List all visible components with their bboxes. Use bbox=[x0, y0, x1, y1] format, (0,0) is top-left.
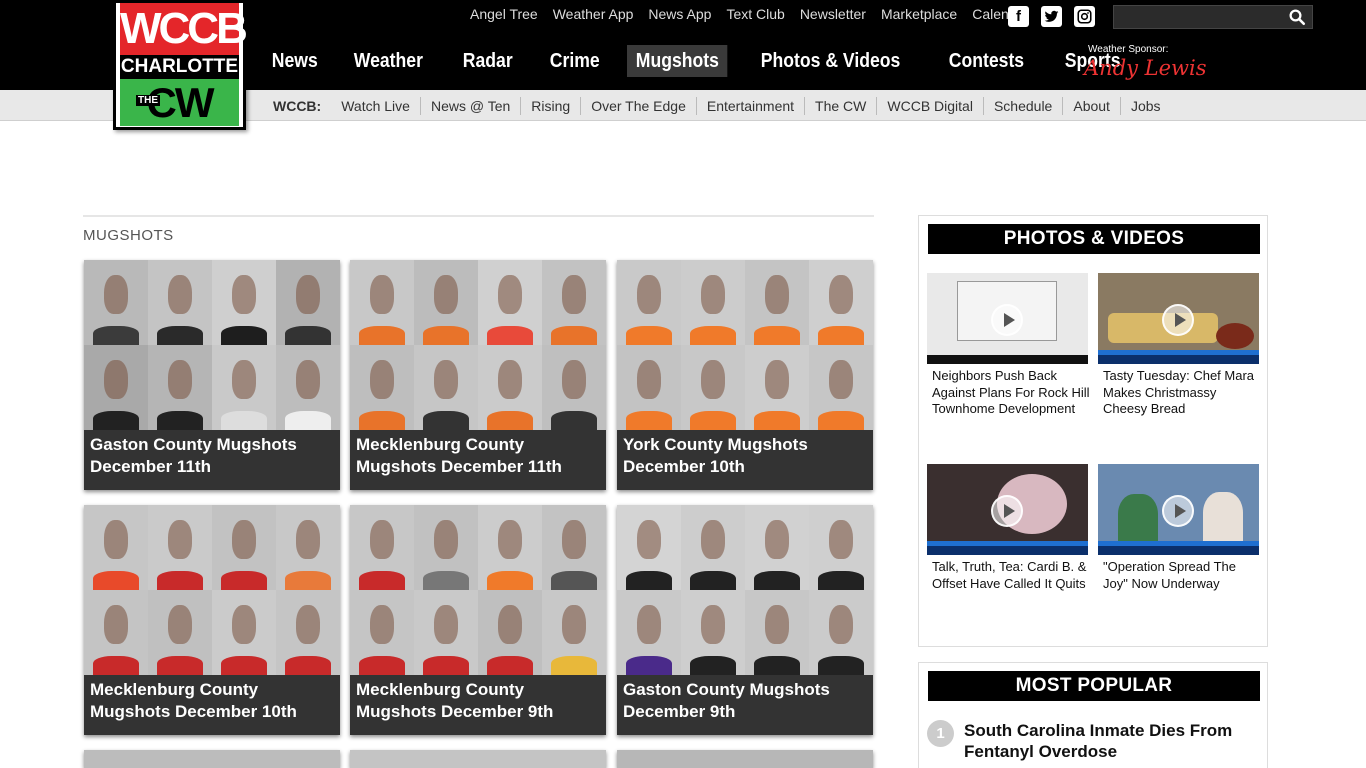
subnav-schedule[interactable]: Schedule bbox=[982, 97, 1062, 115]
nav-news[interactable]: News bbox=[263, 45, 327, 77]
station-logo[interactable]: WCCB CHARLOTTE CW THE bbox=[113, 0, 248, 130]
video-title[interactable]: Tasty Tuesday: Chef Mara Makes Christmas… bbox=[1103, 368, 1261, 418]
subnav-rising[interactable]: Rising bbox=[520, 97, 580, 115]
card-title[interactable]: Gaston County Mugshots December 11th bbox=[90, 434, 334, 478]
mugshot-card[interactable]: York County Mugshots December 10th bbox=[617, 260, 873, 490]
nav-mugshots[interactable]: Mugshots bbox=[627, 45, 728, 77]
play-icon[interactable] bbox=[1162, 495, 1194, 527]
play-icon[interactable] bbox=[1162, 304, 1194, 336]
mugshot-collage bbox=[617, 750, 873, 768]
page-title: MUGSHOTS bbox=[83, 227, 174, 244]
photos-videos-panel: PHOTOS & VIDEOS Neighbors Push Back Agai… bbox=[918, 215, 1268, 647]
subnav-watch-live[interactable]: Watch Live bbox=[331, 97, 420, 115]
video-title[interactable]: "Operation Spread The Joy" Now Underway bbox=[1103, 559, 1261, 592]
instagram-icon[interactable] bbox=[1074, 6, 1095, 27]
utility-link-angel-tree[interactable]: Angel Tree bbox=[470, 6, 538, 24]
subnav-over-the-edge[interactable]: Over The Edge bbox=[580, 97, 696, 115]
card-title[interactable]: Gaston County Mugshots December 9th bbox=[623, 679, 867, 723]
play-icon[interactable] bbox=[991, 304, 1023, 336]
mugshot-collage bbox=[84, 750, 340, 768]
mugshot-card[interactable] bbox=[84, 750, 340, 768]
mugshot-collage bbox=[350, 750, 606, 768]
mugshot-collage bbox=[617, 505, 873, 675]
subnav-about[interactable]: About bbox=[1062, 97, 1120, 115]
social-links: f bbox=[1008, 6, 1095, 27]
twitter-icon[interactable] bbox=[1041, 6, 1062, 27]
mugshot-card[interactable]: Mecklenburg County Mugshots December 9th bbox=[350, 505, 606, 735]
utility-link-weather-app[interactable]: Weather App bbox=[553, 6, 634, 24]
mugshot-collage bbox=[617, 260, 873, 430]
video-thumbnail[interactable] bbox=[1098, 273, 1259, 364]
utility-link-newsletter[interactable]: Newsletter bbox=[800, 6, 866, 24]
nav-radar[interactable]: Radar bbox=[454, 45, 521, 77]
sub-nav: WCCB: Watch Live News @ Ten Rising Over … bbox=[273, 97, 1171, 115]
video-title[interactable]: Talk, Truth, Tea: Cardi B. & Offset Have… bbox=[932, 559, 1090, 592]
video-thumbnail[interactable] bbox=[1098, 464, 1259, 555]
nav-photos-videos[interactable]: Photos & Videos bbox=[752, 45, 909, 77]
main-nav: News Weather Radar Crime Mugshots Photos… bbox=[263, 45, 1149, 77]
nav-weather[interactable]: Weather bbox=[345, 45, 432, 77]
subnav-wccb-digital[interactable]: WCCB Digital bbox=[876, 97, 983, 115]
card-title[interactable]: Mecklenburg County Mugshots December 11t… bbox=[356, 434, 600, 478]
weather-sponsor-logo[interactable]: Andy Lewis bbox=[1084, 56, 1207, 80]
video-title[interactable]: Neighbors Push Back Against Plans For Ro… bbox=[932, 368, 1090, 418]
video-thumbnail[interactable] bbox=[927, 273, 1088, 364]
mugshot-collage bbox=[350, 505, 606, 675]
most-popular-heading: MOST POPULAR bbox=[928, 671, 1260, 701]
search-box bbox=[1113, 5, 1313, 29]
popular-article-title[interactable]: South Carolina Inmate Dies From Fentanyl… bbox=[964, 720, 1254, 762]
mugshot-card[interactable]: Mecklenburg County Mugshots December 10t… bbox=[84, 505, 340, 735]
subnav-news-at-ten[interactable]: News @ Ten bbox=[419, 97, 520, 115]
logo-the-text: THE bbox=[136, 95, 160, 106]
mugshot-card[interactable]: Gaston County Mugshots December 11th bbox=[84, 260, 340, 490]
card-title[interactable]: Mecklenburg County Mugshots December 9th bbox=[356, 679, 600, 723]
logo-charlotte-text: CHARLOTTE bbox=[120, 55, 239, 79]
mugshot-collage bbox=[84, 260, 340, 430]
search-input[interactable] bbox=[1114, 6, 1284, 28]
video-thumbnail[interactable] bbox=[927, 464, 1088, 555]
mugshot-collage bbox=[350, 260, 606, 430]
photos-videos-heading: PHOTOS & VIDEOS bbox=[928, 224, 1260, 254]
subnav-jobs[interactable]: Jobs bbox=[1119, 97, 1171, 115]
card-title[interactable]: York County Mugshots December 10th bbox=[623, 434, 867, 478]
section-divider bbox=[83, 215, 874, 217]
utility-link-news-app[interactable]: News App bbox=[648, 6, 711, 24]
mugshot-collage bbox=[84, 505, 340, 675]
search-icon[interactable] bbox=[1288, 8, 1306, 26]
subnav-the-cw[interactable]: The CW bbox=[804, 97, 876, 115]
mugshot-card[interactable] bbox=[617, 750, 873, 768]
card-title[interactable]: Mecklenburg County Mugshots December 10t… bbox=[90, 679, 334, 723]
mugshot-card[interactable]: Mecklenburg County Mugshots December 11t… bbox=[350, 260, 606, 490]
logo-wccb-text: WCCB bbox=[120, 3, 248, 55]
subnav-entertainment[interactable]: Entertainment bbox=[695, 97, 804, 115]
play-icon[interactable] bbox=[991, 495, 1023, 527]
nav-contests[interactable]: Contests bbox=[940, 45, 1033, 77]
subnav-lead-label: WCCB: bbox=[273, 98, 322, 114]
facebook-icon[interactable]: f bbox=[1008, 6, 1029, 27]
utility-links: Angel Tree Weather App News App Text Clu… bbox=[470, 6, 1044, 24]
mugshot-card[interactable] bbox=[350, 750, 606, 768]
utility-link-marketplace[interactable]: Marketplace bbox=[881, 6, 957, 24]
weather-sponsor-label: Weather Sponsor: bbox=[1088, 44, 1169, 55]
utility-link-text-club[interactable]: Text Club bbox=[726, 6, 784, 24]
mugshot-card[interactable]: Gaston County Mugshots December 9th bbox=[617, 505, 873, 735]
nav-crime[interactable]: Crime bbox=[541, 45, 608, 77]
rank-badge: 1 bbox=[927, 720, 954, 747]
